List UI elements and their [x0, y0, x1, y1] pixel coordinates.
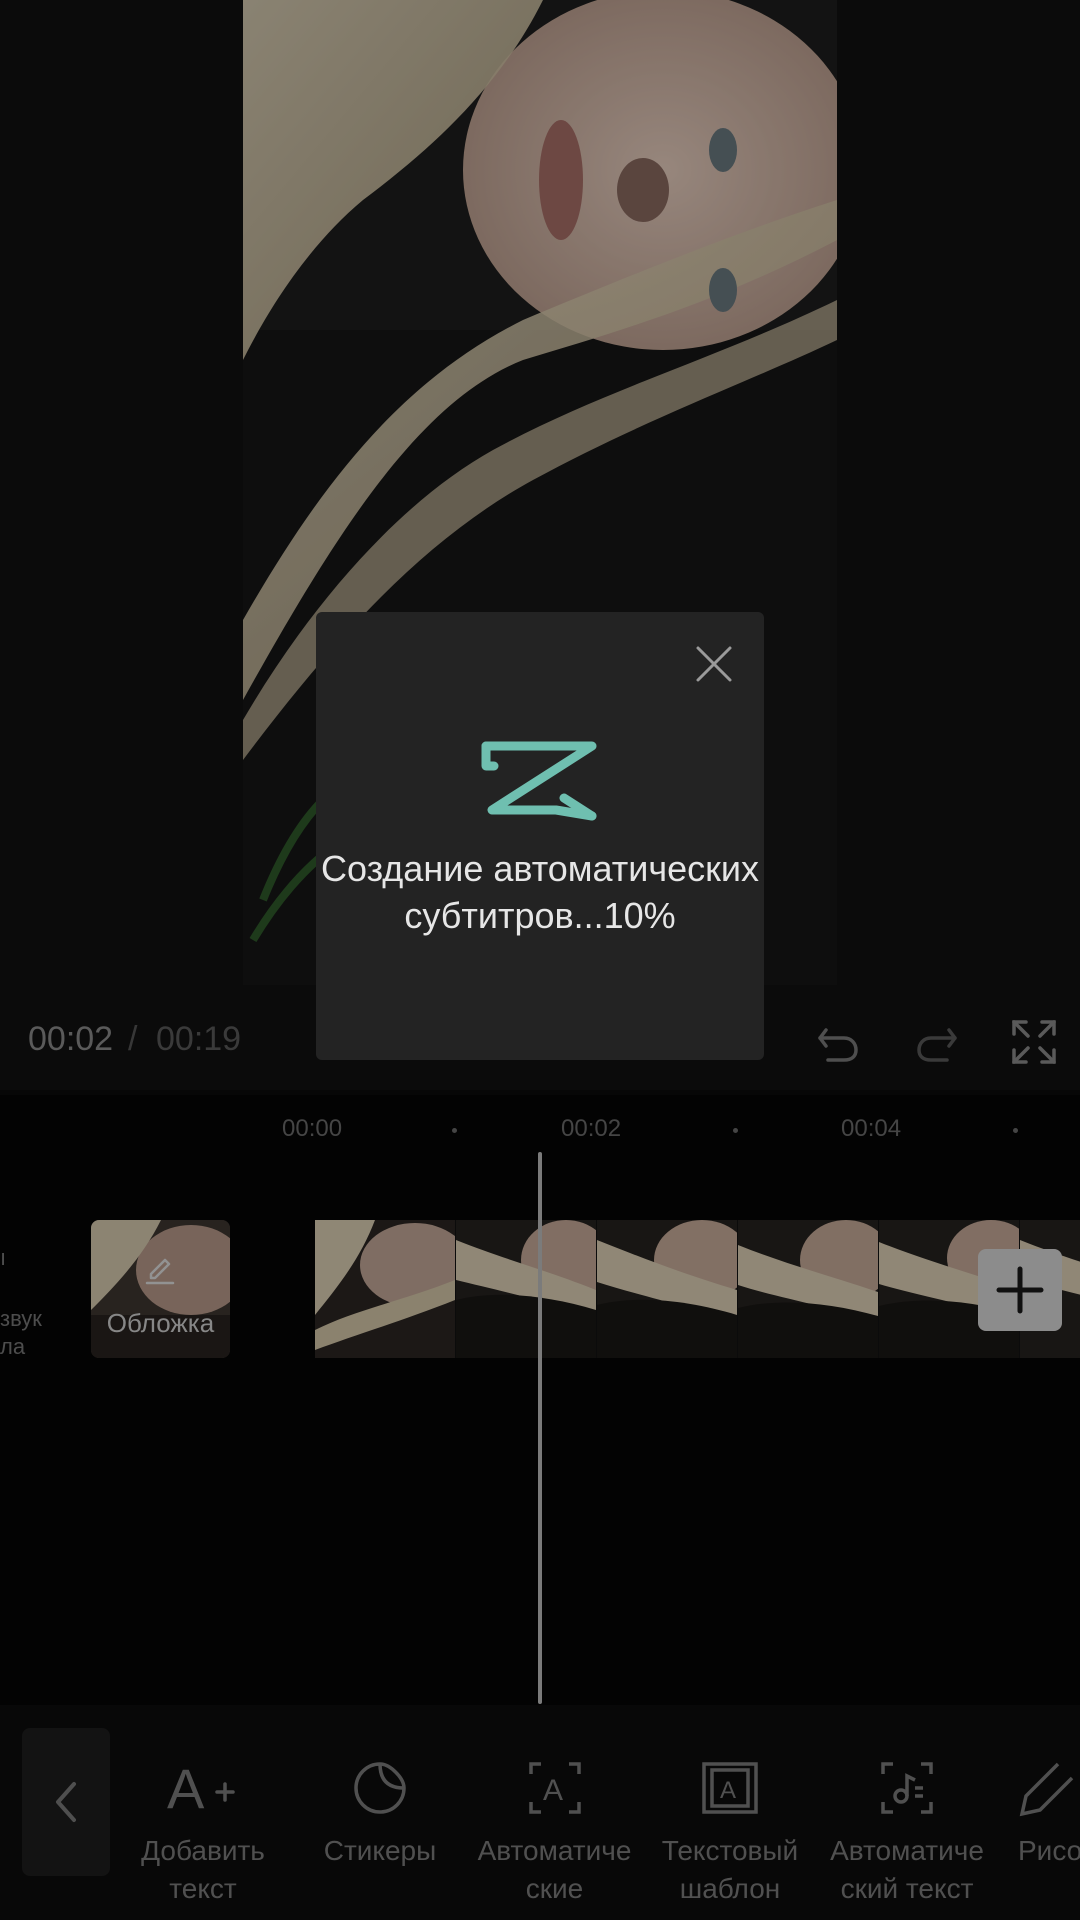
capcut-logo-icon — [480, 736, 600, 822]
progress-message: Создание автоматических субтитров...10% — [320, 848, 760, 936]
close-icon[interactable] — [690, 640, 738, 688]
